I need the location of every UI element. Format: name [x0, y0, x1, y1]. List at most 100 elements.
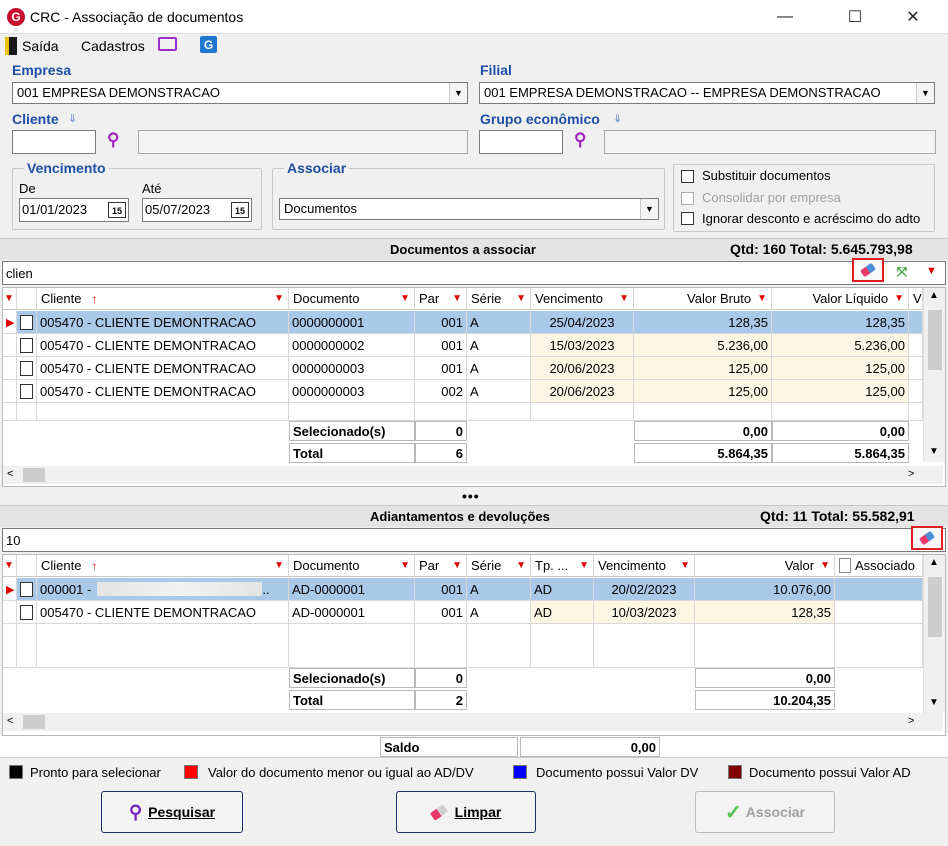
table-cell[interactable]: 20/06/2023 — [531, 357, 634, 380]
app-g-icon[interactable]: G — [200, 36, 217, 53]
ignorar-checkbox[interactable] — [681, 212, 694, 225]
menu-cadastros[interactable]: Cadastros — [81, 38, 145, 54]
table-cell[interactable]: A — [467, 357, 531, 380]
search-icon[interactable]: ⚲ — [107, 130, 129, 152]
adts-search-input[interactable]: 10 — [2, 528, 946, 552]
adts-header-6[interactable]: Valor ▼ — [695, 555, 835, 577]
consolidar-checkbox[interactable] — [681, 192, 694, 205]
adts-header-4[interactable]: Tp. ... ▼ — [531, 555, 594, 577]
maximize-button[interactable]: ☐ — [832, 0, 878, 34]
table-cell[interactable] — [835, 601, 923, 624]
chevron-down-icon[interactable]: ▼ — [449, 83, 467, 103]
table-cell[interactable]: 128,35 — [695, 601, 835, 624]
table-cell[interactable]: 005470 - CLIENTE DEMONTRACAO — [37, 380, 289, 403]
associar-button[interactable]: ✓ Associar — [695, 791, 835, 833]
row-checkbox[interactable] — [17, 311, 37, 334]
calendar-icon[interactable]: 15 — [108, 202, 126, 218]
associar-select[interactable]: Documentos ▼ — [279, 198, 659, 220]
row-checkbox[interactable] — [17, 334, 37, 357]
exit-icon[interactable] — [5, 37, 17, 55]
chevron-down-icon[interactable]: ▼ — [916, 83, 934, 103]
minimize-button[interactable]: — — [762, 0, 808, 34]
filter-icon[interactable]: ▼ — [516, 293, 526, 304]
table-cell[interactable]: 125,00 — [634, 380, 772, 403]
table-cell[interactable]: 5.236,00 — [772, 334, 909, 357]
table-cell[interactable]: AD — [531, 578, 594, 601]
table-cell[interactable]: AD-0000001 — [289, 578, 415, 601]
table-cell[interactable]: 25/04/2023 — [531, 311, 634, 334]
table-cell[interactable]: 001 — [415, 601, 467, 624]
table-cell[interactable]: 15/03/2023 — [531, 334, 634, 357]
eraser-icon[interactable] — [911, 526, 943, 550]
adts-header-2[interactable]: Par ▼ — [415, 555, 467, 577]
docs-scrollbar-h[interactable]: < > — [3, 466, 943, 484]
table-cell[interactable]: 20/06/2023 — [531, 380, 634, 403]
docs-header-5[interactable]: Valor Bruto ▼ — [634, 288, 772, 310]
table-cell[interactable]: 125,00 — [772, 380, 909, 403]
adts-scrollbar-v[interactable]: ▲ ▼ — [923, 555, 945, 713]
filter-icon[interactable]: ▼ — [680, 560, 690, 571]
adts-header-1[interactable]: Documento ▼ — [289, 555, 415, 577]
filial-select[interactable]: 001 EMPRESA DEMONSTRACAO -- EMPRESA DEMO… — [479, 82, 935, 104]
table-cell[interactable]: 000001 -.. — [37, 578, 289, 601]
table-cell[interactable]: 10.076,00 — [695, 578, 835, 601]
table-cell[interactable]: 001 — [415, 357, 467, 380]
table-cell[interactable]: 001 — [415, 334, 467, 357]
row-checkbox-box[interactable] — [20, 314, 33, 330]
table-cell[interactable]: A — [467, 311, 531, 334]
filter-icon[interactable]: ▼ — [820, 560, 830, 571]
search-icon[interactable]: ⚲ — [574, 130, 596, 152]
docs-header-1[interactable]: Documento ▼ — [289, 288, 415, 310]
sort-asc-icon[interactable]: ↑ — [91, 292, 97, 306]
row-checkbox-box[interactable] — [20, 604, 33, 620]
row-checkbox[interactable] — [17, 601, 37, 624]
substituir-checkbox[interactable] — [681, 170, 694, 183]
table-cell[interactable]: A — [467, 601, 531, 624]
table-cell[interactable]: A — [467, 380, 531, 403]
caret-down-icon[interactable]: ▼ — [926, 265, 937, 277]
adts-header-7[interactable]: Associado — [835, 555, 923, 577]
grupo-code-input[interactable] — [479, 130, 563, 154]
table-cell[interactable]: 005470 - CLIENTE DEMONTRACAO — [37, 357, 289, 380]
docs-header-7[interactable]: V — [909, 288, 923, 310]
docs-search-input[interactable]: clien — [2, 261, 946, 285]
table-cell[interactable]: 002 — [415, 380, 467, 403]
table-cell[interactable]: AD-0000001 — [289, 601, 415, 624]
filter-icon[interactable]: ▼ — [400, 293, 410, 304]
docs-header-6[interactable]: Valor Líquido ▼ — [772, 288, 909, 310]
table-cell[interactable]: 5.236,00 — [634, 334, 772, 357]
filter-icon[interactable]: ▼ — [400, 560, 410, 571]
monitor-icon[interactable] — [158, 37, 177, 51]
splitter-handle[interactable]: ••• — [462, 488, 480, 504]
row-checkbox-box[interactable] — [20, 360, 33, 376]
eraser-icon[interactable] — [852, 258, 884, 282]
adts-header-5[interactable]: Vencimento ▼ — [594, 555, 695, 577]
table-cell[interactable]: A — [467, 334, 531, 357]
chevron-down-icon[interactable]: ▼ — [640, 199, 658, 219]
docs-header-0[interactable]: Cliente ↑ ▼ — [37, 288, 289, 310]
table-cell[interactable]: 005470 - CLIENTE DEMONTRACAO — [37, 311, 289, 334]
header-filter-icon[interactable]: ▼ — [3, 555, 17, 577]
table-cell[interactable]: 125,00 — [634, 357, 772, 380]
table-cell[interactable]: 001 — [415, 311, 467, 334]
sort-asc-icon[interactable]: ↑ — [91, 559, 97, 573]
calendar-icon[interactable]: 15 — [231, 202, 249, 218]
table-cell[interactable]: 001 — [415, 578, 467, 601]
table-cell[interactable] — [835, 578, 923, 601]
empresa-select[interactable]: 001 EMPRESA DEMONSTRACAO ▼ — [12, 82, 468, 104]
ate-date-input[interactable]: 05/07/2023 15 — [142, 198, 252, 222]
cliente-code-input[interactable] — [12, 130, 96, 154]
filter-icon[interactable]: ▼ — [274, 293, 284, 304]
expand-icon[interactable]: ⤧ — [890, 262, 914, 282]
table-cell[interactable]: 0000000002 — [289, 334, 415, 357]
filter-icon[interactable]: ▼ — [274, 560, 284, 571]
table-cell[interactable]: 20/02/2023 — [594, 578, 695, 601]
row-checkbox[interactable] — [17, 578, 37, 601]
filter-icon[interactable]: ▼ — [452, 293, 462, 304]
table-cell[interactable]: 0000000003 — [289, 357, 415, 380]
de-date-input[interactable]: 01/01/2023 15 — [19, 198, 129, 222]
filter-icon[interactable]: ▼ — [619, 293, 629, 304]
row-checkbox[interactable] — [17, 357, 37, 380]
docs-header-3[interactable]: Série ▼ — [467, 288, 531, 310]
docs-header-2[interactable]: Par ▼ — [415, 288, 467, 310]
